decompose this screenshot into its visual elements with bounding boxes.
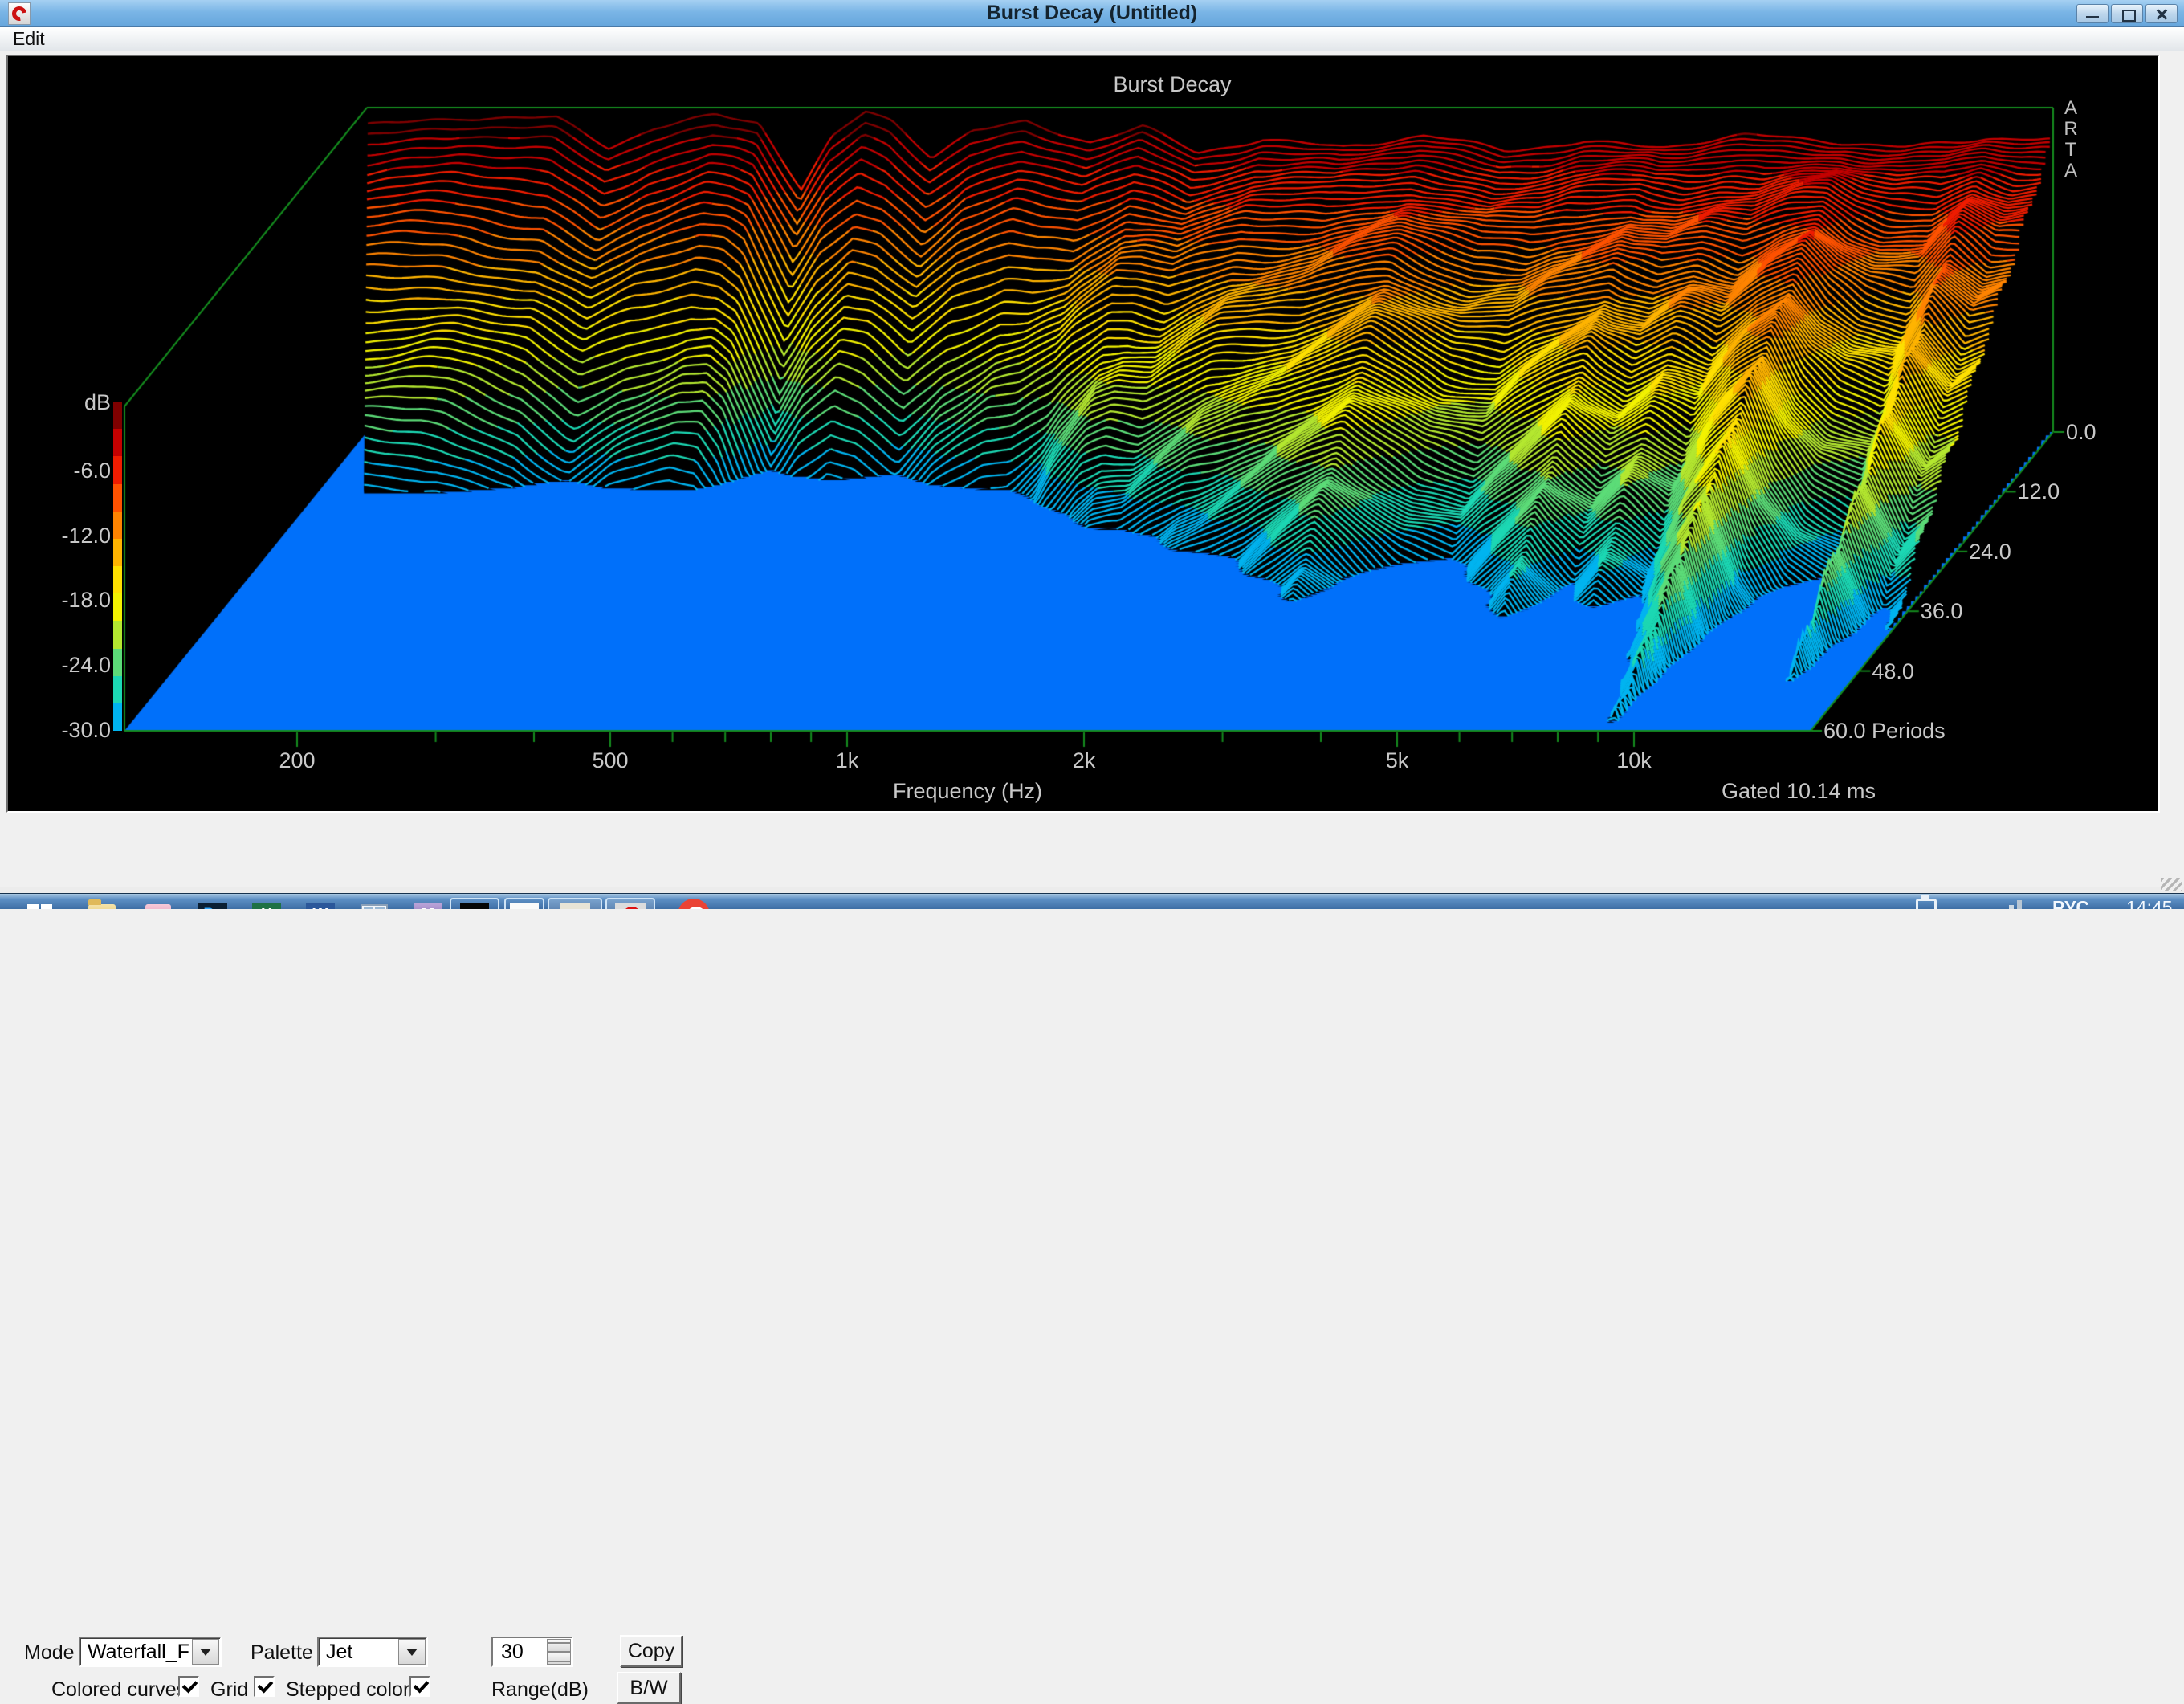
network-tray-icon[interactable] xyxy=(2001,899,2023,909)
colorbar-band xyxy=(113,429,122,456)
range-spin-down-icon[interactable] xyxy=(547,1652,571,1665)
freq-axis-label: Frequency (Hz) xyxy=(893,779,1042,804)
db-tick-label: -24.0 xyxy=(61,653,111,678)
palette-label: Palette xyxy=(251,1641,313,1665)
control-bar: Mode Waterfall_F Palette Jet 30 Copy Col… xyxy=(0,813,2184,887)
mode-dropdown[interactable]: Waterfall_F xyxy=(79,1637,222,1667)
window-bottom-edge xyxy=(0,887,2184,893)
arta-watermark: ARTA xyxy=(2057,98,2084,181)
window-controls xyxy=(2074,4,2178,23)
app-icon xyxy=(8,2,31,25)
graph-app-taskbar-icon[interactable] xyxy=(504,898,544,909)
arta-letter: A xyxy=(2057,98,2084,119)
db-tick-label: -18.0 xyxy=(61,588,111,613)
db-axis-label: dB xyxy=(84,390,111,415)
colorbar-band xyxy=(113,649,122,676)
photoshop-taskbar-icon[interactable]: Ps xyxy=(191,898,234,909)
clock[interactable]: 14:45 xyxy=(2126,897,2173,909)
arta-burst-decay-window: { "window": { "title": "Burst Decay (Unt… xyxy=(0,0,2184,909)
periods-tick-label: 48.0 xyxy=(1872,659,1914,684)
range-db-label: Range(dB) xyxy=(491,1678,589,1702)
palette-dropdown-arrow-icon[interactable] xyxy=(398,1639,426,1665)
level-colorbar xyxy=(113,402,122,731)
periods-tick-label: 60.0 Periods xyxy=(1823,719,1946,744)
freq-tick-label: 10k xyxy=(1616,748,1652,773)
periods-tick-label: 12.0 xyxy=(2018,479,2060,504)
arta-swirl-icon xyxy=(9,3,29,23)
colorbar-band xyxy=(113,621,122,648)
language-indicator[interactable]: РУС xyxy=(2052,897,2089,909)
range-spin-up-icon[interactable] xyxy=(547,1639,571,1652)
window-title: Burst Decay (Untitled) xyxy=(987,2,1198,25)
palette-value: Jet xyxy=(326,1641,352,1664)
gate-annotation: Gated 10.14 ms xyxy=(1722,779,1876,804)
freq-tick-label: 5k xyxy=(1386,748,1409,773)
chrome-taskbar-icon[interactable] xyxy=(674,898,713,909)
db-tick-label: -30.0 xyxy=(61,718,111,743)
title-bar: Burst Decay (Untitled) xyxy=(0,0,2184,27)
colorbar-band xyxy=(113,676,122,703)
mode-label: Mode xyxy=(24,1641,75,1665)
arta-bd-taskbar-icon[interactable] xyxy=(605,898,655,909)
word-taskbar-icon[interactable]: W xyxy=(299,898,342,909)
freq-tick-label: 1k xyxy=(836,748,859,773)
mode-dropdown-arrow-icon[interactable] xyxy=(192,1639,219,1665)
colorbar-band xyxy=(113,539,122,566)
start-button-taskbar-icon[interactable] xyxy=(11,898,67,909)
menu-bar: Edit xyxy=(0,27,2184,51)
system-window-taskbar-icon[interactable] xyxy=(352,898,396,909)
device-tray-icon[interactable] xyxy=(1916,899,1937,909)
colorbar-band xyxy=(113,456,122,483)
palette-dropdown[interactable]: Jet xyxy=(317,1637,428,1667)
resize-grip[interactable] xyxy=(2161,878,2182,891)
colorbar-band xyxy=(113,593,122,621)
colorbar-band xyxy=(113,566,122,593)
stepped-colors-checkbox[interactable] xyxy=(410,1676,430,1697)
excel-taskbar-icon[interactable]: X xyxy=(245,898,288,909)
freq-tick-label: 200 xyxy=(279,748,315,773)
arta-spectrum-taskbar-icon[interactable] xyxy=(450,898,499,909)
taskbar: Ps XW M РУС 14:45 xyxy=(0,893,2184,909)
periods-tick-label: 36.0 xyxy=(1921,599,1963,624)
periods-tick-label: 24.0 xyxy=(1969,540,2011,565)
arta-letter: R xyxy=(2057,119,2084,140)
db-tick-label: -6.0 xyxy=(73,459,111,483)
media-app-taskbar-icon[interactable] xyxy=(136,898,180,909)
copy-button[interactable]: Copy xyxy=(620,1635,682,1667)
colorbar-band xyxy=(113,402,122,429)
mode-value: Waterfall_F xyxy=(88,1641,189,1664)
range-value: 30 xyxy=(501,1641,524,1664)
grid-label: Grid xyxy=(210,1678,248,1702)
explorer-taskbar-icon[interactable] xyxy=(80,898,124,909)
close-button[interactable] xyxy=(2145,4,2178,23)
grid-checkbox[interactable] xyxy=(254,1676,275,1697)
colorbar-band xyxy=(113,484,122,512)
colored-curves-label: Colored curves xyxy=(51,1678,186,1702)
range-spinner[interactable]: 30 xyxy=(491,1637,573,1667)
restore-button[interactable] xyxy=(2111,4,2143,23)
freq-tick-label: 500 xyxy=(592,748,628,773)
measure-app-taskbar-icon[interactable] xyxy=(548,898,602,909)
arta-letter: A xyxy=(2057,161,2084,181)
db-tick-label: -12.0 xyxy=(61,524,111,548)
menu-item-edit[interactable]: Edit xyxy=(0,27,58,50)
arta-letter: T xyxy=(2057,140,2084,161)
colorbar-band xyxy=(113,703,122,731)
plot-title: Burst Decay xyxy=(1113,72,1231,97)
stepped-colors-label: Stepped colors xyxy=(286,1678,420,1702)
colorbar-band xyxy=(113,512,122,539)
minimize-button[interactable] xyxy=(2076,4,2109,23)
periods-tick-label: 0.0 xyxy=(2066,420,2096,445)
freq-tick-label: 2k xyxy=(1073,748,1096,773)
colored-curves-checkbox[interactable] xyxy=(178,1676,199,1697)
bw-button[interactable]: B/W xyxy=(617,1672,681,1704)
media-player-taskbar-icon[interactable]: M xyxy=(406,898,450,909)
waterfall-canvas[interactable] xyxy=(8,56,2158,811)
